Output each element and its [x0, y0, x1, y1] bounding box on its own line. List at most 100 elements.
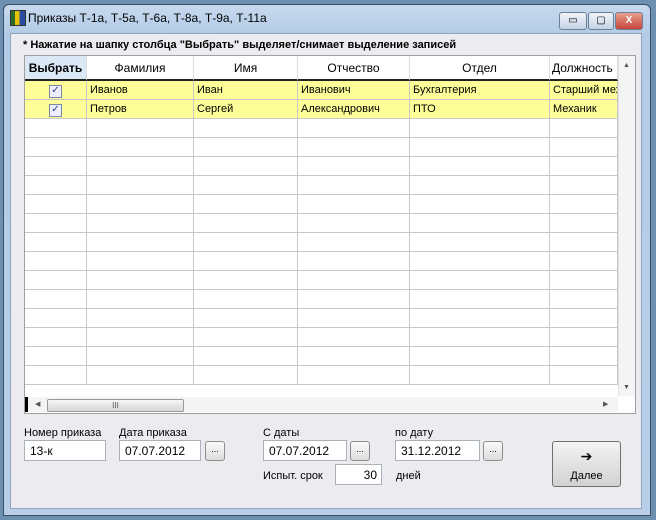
empty-cell — [298, 233, 410, 252]
empty-cell — [550, 119, 618, 138]
horizontal-scrollbar[interactable]: ◀ III ▶ — [25, 397, 618, 412]
empty-cell — [194, 233, 298, 252]
select-cell: ✓ — [25, 81, 87, 100]
empty-cell — [87, 157, 194, 176]
order-date-picker-button[interactable]: ... — [205, 441, 225, 461]
next-button-label: Далее — [570, 470, 603, 482]
empty-cell — [550, 214, 618, 233]
empty-cell — [87, 176, 194, 195]
empty-cell — [298, 290, 410, 309]
minimize-button[interactable]: ▭ — [559, 12, 587, 30]
empty-cell — [410, 366, 550, 385]
empty-cell — [87, 290, 194, 309]
empty-row — [25, 328, 618, 347]
empty-cell — [194, 176, 298, 195]
next-button[interactable]: ➔ Далее — [552, 441, 621, 487]
empty-row — [25, 347, 618, 366]
table-row[interactable]: ✓ Петров Сергей Александрович ПТО Механик — [25, 100, 618, 119]
dept-cell: ПТО — [410, 100, 550, 119]
column-header-select[interactable]: Выбрать — [25, 56, 87, 81]
scroll-left-icon[interactable]: ◀ — [35, 400, 40, 408]
scroll-down-icon[interactable]: ▼ — [623, 384, 630, 391]
empty-cell — [298, 119, 410, 138]
maximize-button[interactable]: ▢ — [588, 12, 614, 30]
column-header-middlename[interactable]: Отчество — [298, 56, 410, 81]
empty-cell — [194, 271, 298, 290]
empty-cell — [550, 157, 618, 176]
empty-cell — [25, 290, 87, 309]
scroll-right-icon[interactable]: ▶ — [603, 400, 608, 408]
empty-cell — [298, 176, 410, 195]
probation-input[interactable]: 30 — [335, 464, 382, 485]
empty-cell — [410, 271, 550, 290]
to-date-picker-button[interactable]: ... — [483, 441, 503, 461]
empty-row — [25, 119, 618, 138]
column-header-firstname[interactable]: Имя — [194, 56, 298, 81]
empty-cell — [194, 309, 298, 328]
empty-cell — [25, 157, 87, 176]
column-header-position[interactable]: Должность — [550, 56, 618, 81]
vertical-scrollbar[interactable]: ▲ ▼ — [618, 56, 635, 396]
empty-cell — [410, 157, 550, 176]
order-date-input[interactable]: 07.07.2012 — [119, 440, 201, 461]
close-button[interactable]: X — [615, 12, 643, 30]
position-cell: Старший механик — [550, 81, 618, 100]
empty-cell — [550, 176, 618, 195]
column-header-department[interactable]: Отдел — [410, 56, 550, 81]
horizontal-scroll-thumb[interactable]: III — [47, 399, 184, 412]
empty-row — [25, 290, 618, 309]
empty-cell — [550, 195, 618, 214]
empty-cell — [194, 290, 298, 309]
select-checkbox[interactable]: ✓ — [49, 104, 62, 117]
empty-cell — [25, 195, 87, 214]
window-title: Приказы Т-1а, Т-5а, Т-6а, Т-8а, Т-9а, Т-… — [28, 11, 267, 25]
empty-cell — [25, 119, 87, 138]
middle-cell: Александрович — [298, 100, 410, 119]
empty-cell — [25, 176, 87, 195]
employees-grid: Выбрать Фамилия Имя Отчество Отдел Должн… — [24, 55, 636, 414]
empty-cell — [410, 328, 550, 347]
first-cell: Иван — [194, 81, 298, 100]
empty-cell — [87, 271, 194, 290]
empty-cell — [87, 309, 194, 328]
empty-cell — [298, 138, 410, 157]
empty-cell — [194, 119, 298, 138]
empty-cell — [25, 271, 87, 290]
empty-cell — [87, 195, 194, 214]
select-cell: ✓ — [25, 100, 87, 119]
empty-cell — [25, 366, 87, 385]
empty-row — [25, 176, 618, 195]
empty-cell — [298, 157, 410, 176]
empty-cell — [298, 347, 410, 366]
empty-cell — [298, 252, 410, 271]
grid-body: ✓ Иванов Иван Иванович Бухгалтерия Старший ме… — [25, 81, 618, 397]
empty-cell — [298, 271, 410, 290]
empty-cell — [194, 347, 298, 366]
from-date-picker-button[interactable]: ... — [350, 441, 370, 461]
empty-row — [25, 366, 618, 385]
empty-cell — [298, 309, 410, 328]
empty-cell — [194, 366, 298, 385]
empty-cell — [410, 252, 550, 271]
empty-row — [25, 271, 618, 290]
from-date-input[interactable]: 07.07.2012 — [263, 440, 347, 461]
empty-row — [25, 195, 618, 214]
from-date-label: С даты — [263, 427, 300, 439]
empty-cell — [298, 366, 410, 385]
empty-row — [25, 214, 618, 233]
empty-cell — [550, 309, 618, 328]
empty-cell — [25, 347, 87, 366]
last-cell: Иванов — [87, 81, 194, 100]
empty-cell — [87, 138, 194, 157]
scroll-up-icon[interactable]: ▲ — [623, 62, 630, 69]
empty-cell — [25, 328, 87, 347]
empty-row — [25, 157, 618, 176]
empty-cell — [25, 214, 87, 233]
table-row[interactable]: ✓ Иванов Иван Иванович Бухгалтерия Старший ме… — [25, 81, 618, 100]
empty-cell — [550, 366, 618, 385]
empty-cell — [87, 366, 194, 385]
select-checkbox[interactable]: ✓ — [49, 85, 62, 98]
column-header-lastname[interactable]: Фамилия — [87, 56, 194, 81]
to-date-input[interactable]: 31.12.2012 — [395, 440, 480, 461]
order-number-input[interactable]: 13-к — [24, 440, 106, 461]
